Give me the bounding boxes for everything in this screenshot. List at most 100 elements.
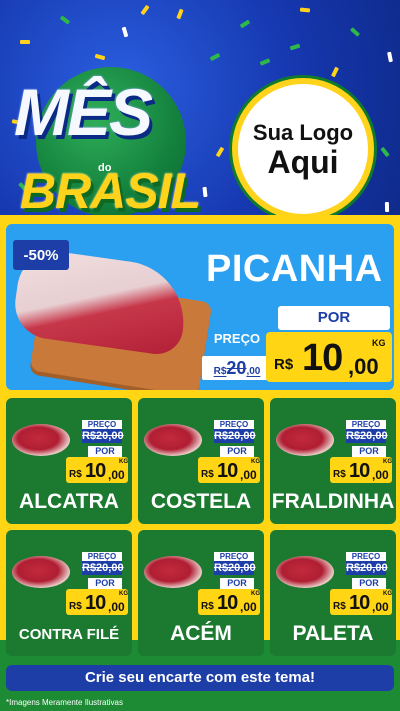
confetti-piece (94, 53, 106, 61)
confetti-piece (215, 146, 225, 158)
price-integer: 10 (349, 592, 370, 614)
discount-badge: -50% (13, 240, 69, 270)
price-unit: KG (372, 338, 386, 348)
new-price-label: POR (352, 578, 386, 589)
price-decimal: ,00 (240, 468, 257, 482)
new-price: R$ 10,00 KG (198, 457, 260, 483)
new-price: R$ 10,00 KG (198, 589, 260, 615)
cta-banner[interactable]: Crie seu encarte com este tema! (6, 665, 394, 691)
old-price: R$20,00 (346, 429, 388, 443)
old-price-dec: ,00 (246, 366, 261, 377)
price-integer: 10 (217, 460, 238, 482)
price-decimal: ,00 (372, 600, 389, 614)
price-decimal: ,00 (108, 468, 125, 482)
old-price-int: 20 (226, 358, 247, 378)
logo-placeholder: Sua Logo Aqui (232, 78, 374, 220)
price-currency: R$ (333, 601, 346, 612)
confetti-piece (259, 58, 271, 66)
price-unit: KG (119, 591, 128, 597)
price-decimal: ,00 (372, 468, 389, 482)
product-image (144, 556, 202, 588)
title-brasil: BRASIL (20, 163, 201, 219)
new-price-label: POR (88, 446, 122, 457)
new-price: R$ 10 ,00 KG (266, 332, 392, 382)
price-currency: R$ (69, 469, 82, 480)
title-mes: MÊS (14, 75, 153, 149)
product-card: PREÇO R$20,00 POR R$ 10,00 KG ACÉM (138, 530, 264, 656)
confetti-piece (59, 15, 71, 25)
price-unit: KG (383, 591, 392, 597)
confetti-piece (387, 51, 393, 63)
old-price: R$20,00 (214, 561, 256, 575)
old-price-label: PREÇO (213, 331, 261, 346)
price-unit: KG (383, 459, 392, 465)
price-integer: 10 (349, 460, 370, 482)
old-price-currency: R$ (213, 366, 227, 377)
product-name: PALETA (292, 622, 374, 645)
new-price-label: POR (278, 306, 390, 330)
hero-product-name: PICANHA (206, 248, 383, 290)
confetti-piece (380, 146, 390, 158)
confetti-piece (299, 7, 311, 13)
price-unit: KG (251, 459, 260, 465)
new-price: R$ 10,00 KG (330, 457, 392, 483)
product-name: COSTELA (150, 490, 252, 513)
price-currency: R$ (333, 469, 346, 480)
old-price: R$20,00 (82, 561, 124, 575)
old-price: R$20,00 (82, 429, 124, 443)
product-card: PREÇO R$20,00 POR R$ 10,00 KG COSTELA (138, 398, 264, 524)
new-price-label: POR (220, 578, 254, 589)
product-image (12, 424, 70, 456)
old-price-label: PREÇO (346, 420, 386, 429)
product-name: FRALDINHA (271, 490, 395, 513)
old-price-label: PREÇO (346, 552, 386, 561)
old-price-label: PREÇO (214, 420, 254, 429)
new-price-label: POR (352, 446, 386, 457)
product-card: PREÇO R$20,00 POR R$ 10,00 KG ALCATRA (6, 398, 132, 524)
product-name: ACÉM (170, 622, 232, 645)
product-card: PREÇO R$20,00 POR R$ 10,00 KG CONTRA FILÉ (6, 530, 132, 656)
price-currency: R$ (69, 601, 82, 612)
old-price-label: PREÇO (214, 552, 254, 561)
new-price: R$ 10,00 KG (330, 589, 392, 615)
confetti-piece (349, 27, 361, 37)
confetti-piece (209, 52, 221, 62)
price-currency: R$ (201, 601, 214, 612)
hero-offer-card: -50% PICANHA PREÇO R$20,00 POR R$ 10 ,00… (6, 224, 394, 390)
price-integer: 10 (217, 592, 238, 614)
new-price-label: POR (220, 446, 254, 457)
header-banner: MÊS do BRASIL Sua Logo Aqui (0, 0, 400, 225)
logo-text-line1: Sua Logo (252, 120, 354, 145)
flyer-page: MÊS do BRASIL Sua Logo Aqui -50% PICANHA… (0, 0, 400, 711)
campaign-title: MÊS do BRASIL (14, 62, 214, 219)
price-decimal: ,00 (240, 600, 257, 614)
price-integer: 10 (302, 337, 343, 379)
confetti-piece (289, 43, 301, 51)
product-card: PREÇO R$20,00 POR R$ 10,00 KG PALETA (270, 530, 396, 656)
old-price-label: PREÇO (82, 552, 122, 561)
disclaimer-text: *Imagens Meramente Ilustrativas (6, 698, 123, 707)
new-price: R$ 10,00 KG (66, 457, 128, 483)
old-price: R$20,00 (214, 429, 256, 443)
price-currency: R$ (274, 356, 294, 373)
product-image (12, 556, 70, 588)
old-price: R$20,00 (202, 356, 272, 380)
confetti-piece (384, 201, 390, 213)
confetti-piece (176, 8, 184, 20)
product-card: PREÇO R$20,00 POR R$ 10,00 KG FRALDINHA (270, 398, 396, 524)
product-name: ALCATRA (19, 490, 119, 513)
price-integer: 10 (85, 592, 106, 614)
old-price: R$20,00 (346, 561, 388, 575)
confetti-piece (20, 40, 30, 44)
new-price-label: POR (88, 578, 122, 589)
price-unit: KG (119, 459, 128, 465)
product-name: CONTRA FILÉ (18, 626, 120, 643)
confetti-piece (140, 4, 150, 16)
product-image (276, 556, 334, 588)
confetti-piece (121, 26, 129, 38)
price-currency: R$ (201, 469, 214, 480)
price-unit: KG (251, 591, 260, 597)
product-image (144, 424, 202, 456)
logo-text-line2: Aqui (267, 144, 339, 180)
price-integer: 10 (85, 460, 106, 482)
